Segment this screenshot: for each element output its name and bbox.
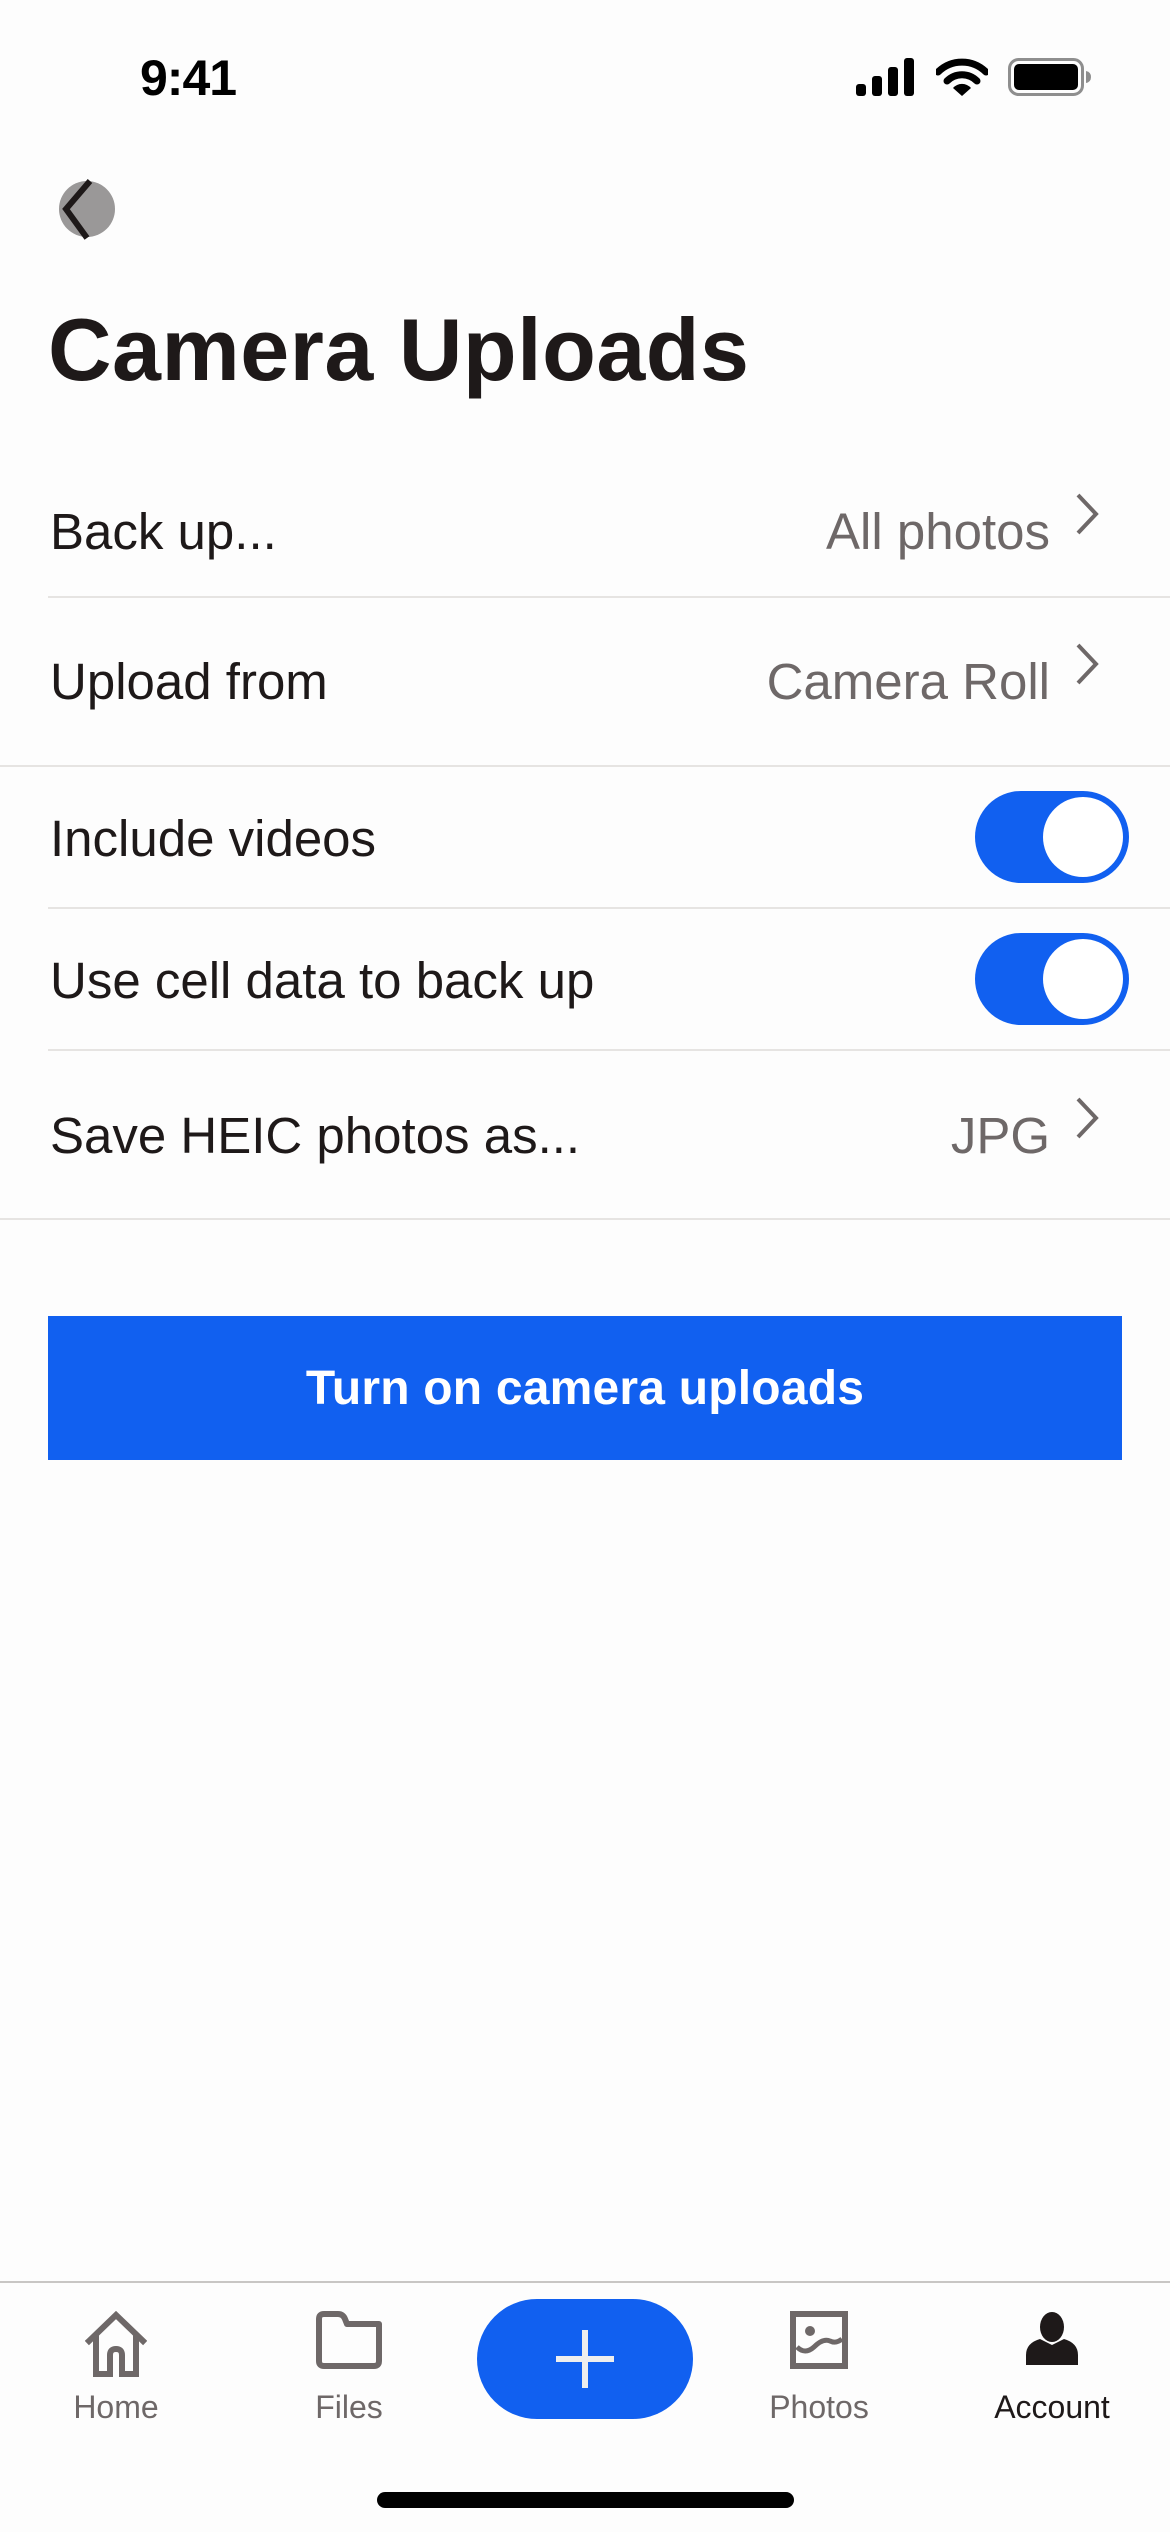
- setting-row-upload-from[interactable]: Upload from Camera Roll: [0, 598, 1170, 767]
- home-indicator: [377, 2492, 794, 2508]
- tab-label: Files: [315, 2389, 383, 2425]
- status-time: 9:41: [140, 50, 237, 106]
- setting-row-heic-format[interactable]: Save HEIC photos as... JPG: [0, 1051, 1170, 1220]
- toggle-knob: [1043, 797, 1123, 877]
- setting-row-backup[interactable]: Back up... All photos: [0, 420, 1170, 598]
- wifi-icon: [936, 58, 988, 96]
- setting-label: Use cell data to back up: [50, 952, 595, 1009]
- tab-files[interactable]: Files: [259, 2283, 439, 2443]
- setting-label: Include videos: [50, 810, 377, 867]
- divider: [0, 1218, 1170, 1220]
- tab-photos[interactable]: Photos: [729, 2283, 909, 2443]
- turn-on-camera-uploads-button[interactable]: Turn on camera uploads: [48, 1316, 1122, 1460]
- page-title: Camera Uploads: [48, 300, 750, 399]
- tab-home[interactable]: Home: [26, 2283, 206, 2443]
- tab-label: Account: [994, 2389, 1110, 2425]
- back-button[interactable]: [54, 178, 116, 240]
- plus-icon: [556, 2330, 614, 2388]
- person-icon: [1026, 2312, 1078, 2365]
- chevron-right-icon: [1076, 1097, 1099, 1139]
- photo-icon: [790, 2311, 848, 2369]
- folder-icon: [316, 2311, 382, 2369]
- setting-label: Upload from: [50, 653, 328, 710]
- cellular-signal-icon: [856, 58, 914, 96]
- cell-data-toggle[interactable]: [975, 933, 1129, 1025]
- chevron-right-icon: [1076, 643, 1099, 685]
- setting-label: Back up...: [50, 503, 277, 560]
- tab-label: Home: [73, 2389, 159, 2425]
- tab-label: Photos: [769, 2389, 869, 2425]
- setting-row-cell-data: Use cell data to back up: [0, 909, 1170, 1051]
- setting-value: All photos: [826, 503, 1050, 560]
- toggle-knob: [1043, 939, 1123, 1019]
- include-videos-toggle[interactable]: [975, 791, 1129, 883]
- chevron-right-icon: [1076, 493, 1099, 535]
- chevron-left-icon: [59, 179, 115, 240]
- setting-label: Save HEIC photos as...: [50, 1107, 581, 1164]
- home-icon: [85, 2311, 147, 2377]
- battery-icon: [1008, 58, 1091, 96]
- setting-row-include-videos: Include videos: [0, 767, 1170, 909]
- create-button[interactable]: [477, 2299, 693, 2419]
- setting-value: JPG: [950, 1107, 1050, 1164]
- tab-account[interactable]: Account: [962, 2283, 1142, 2443]
- setting-value: Camera Roll: [766, 653, 1050, 710]
